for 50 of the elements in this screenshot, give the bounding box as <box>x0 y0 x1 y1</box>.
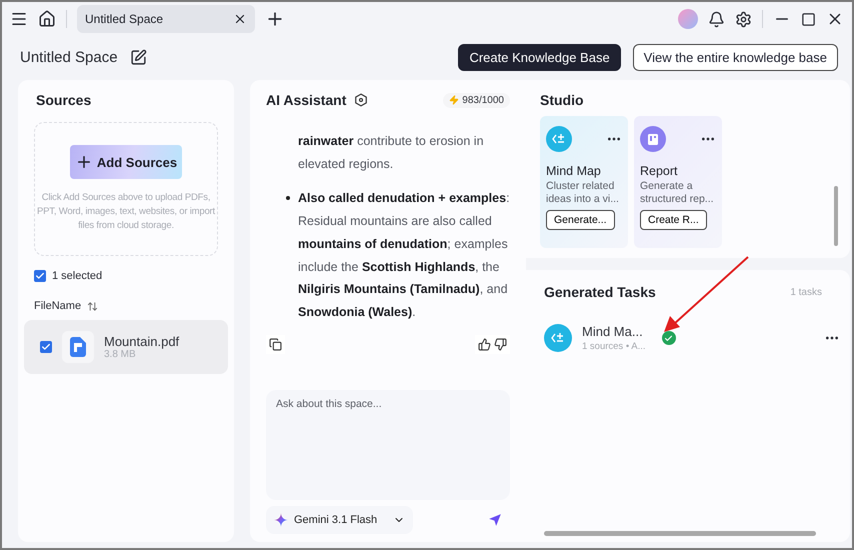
panel-title: Generated Tasks <box>544 284 656 300</box>
file-size: 3.8 MB <box>104 349 137 360</box>
credits-badge: 983/1000 <box>443 92 510 108</box>
header-button[interactable]: Create Knowledge Base <box>458 44 621 70</box>
drop-zone[interactable]: Add Sources Click Add Sources above to upload PDFs, PPT, Word, images, text, websites, or import files from cloud storage. <box>34 122 218 256</box>
space-title: Untitled Space <box>20 48 118 66</box>
task-title[interactable]: Mind Ma... <box>582 324 646 339</box>
edit-icon[interactable] <box>130 48 147 66</box>
panel-title: Sources <box>35 92 92 108</box>
bullet-icon <box>286 196 290 200</box>
document-icon <box>62 331 94 363</box>
model-selector[interactable]: Gemini 3.1 Flash <box>266 506 414 534</box>
mind-map-icon <box>544 324 572 352</box>
selection-count: 1 selected <box>52 270 102 282</box>
checkbox[interactable] <box>40 341 52 353</box>
panel-title: AI Assistant <box>266 92 346 108</box>
tool-card[interactable]: Report Generate a structured rep... Create R... <box>634 116 722 248</box>
sort-icon[interactable] <box>87 300 98 312</box>
file-row[interactable]: Mountain.pdf 3.8 MB <box>24 320 228 374</box>
tool-description: Generate a structured rep... <box>640 180 715 206</box>
menu-icon[interactable] <box>10 10 28 28</box>
bell-icon[interactable] <box>708 10 725 28</box>
tool-button[interactable]: Create R... <box>640 210 707 230</box>
space-tab[interactable]: Untitled Space <box>77 5 255 33</box>
close-icon[interactable] <box>233 12 247 26</box>
file-name: Mountain.pdf <box>104 334 180 349</box>
header-button[interactable]: View the entire knowledge base <box>632 44 838 70</box>
question-field[interactable]: Ask about this space... <box>266 390 510 500</box>
tool-title: Mind Map <box>546 164 602 178</box>
task-count: 1 tasks <box>790 286 822 298</box>
tool-description: Cluster related ideas into a vi... <box>546 180 620 206</box>
tool-card[interactable]: Mind Map Cluster related ideas into a vi... Generate... <box>540 116 628 248</box>
sparkle-icon <box>274 513 288 527</box>
hexagon-icon[interactable] <box>354 93 368 107</box>
column-header[interactable]: FileName <box>34 300 82 312</box>
task-meta: 1 sources • A... <box>582 341 646 352</box>
scrollbar[interactable] <box>834 186 838 246</box>
answer-paragraph: rainwater contribute to erosion in elevated regions. <box>298 134 484 171</box>
panel-title: Studio <box>540 92 585 108</box>
answer-paragraph: Also called denudation + examples: Residual mountains are also called mountains of denudation; examples include the Scottish Highlands, the Nilgiris Mountains (Tamilnadu), and Snowdonia (Wales). <box>298 191 510 319</box>
tool-button[interactable]: Generate... <box>546 210 615 230</box>
upload-hint: Click Add Sources above to upload PDFs, PPT, Word, images, text, websites, or import files from cloud storage. <box>37 191 215 233</box>
checkbox[interactable] <box>34 270 46 282</box>
send-icon[interactable] <box>488 513 502 527</box>
maximize-icon[interactable] <box>801 12 816 26</box>
add-sources-button[interactable]: Add Sources <box>70 145 182 179</box>
scrollbar[interactable] <box>544 531 816 536</box>
tool-title: Report <box>640 164 679 178</box>
home-icon[interactable] <box>38 10 56 28</box>
settings-icon[interactable] <box>735 10 752 28</box>
